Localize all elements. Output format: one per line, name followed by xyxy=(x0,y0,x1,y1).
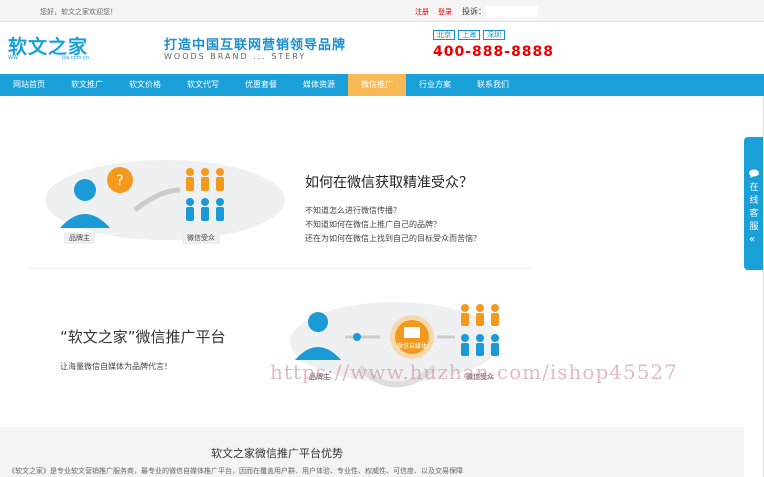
nav-item-promotion[interactable]: 软文推广 xyxy=(58,74,116,96)
city-shanghai[interactable]: 上海 xyxy=(458,30,480,40)
city-shenzhen[interactable]: 深圳 xyxy=(483,30,505,40)
watermark-text: https://www.huzhan.com/ishop45527 xyxy=(270,360,678,384)
nav-item-contact[interactable]: 联系我们 xyxy=(464,74,522,96)
contact-field xyxy=(486,6,538,17)
advantages-text: 《软文之家》是专业软文营销推广服务商，最专业的微信自媒体推广平台，因而在覆盖用户… xyxy=(8,467,463,475)
logo-url: ijia.com.cn xyxy=(62,55,90,61)
main-nav: 网站首页 软文推广 软文价格 软文代写 优惠套餐 媒体资源 微信推广 行业方案 … xyxy=(0,74,764,96)
nav-item-packages[interactable]: 优惠套餐 xyxy=(232,74,290,96)
chat-icon xyxy=(749,169,759,178)
advantages-title: 软文之家微信推广平台优势 xyxy=(211,447,343,460)
wechat-media-label: 微信自媒体 xyxy=(397,343,428,350)
online-service-label: 在线客服 xyxy=(749,183,759,232)
welcome-text: 您好，软文之家欢迎您！ xyxy=(40,8,117,16)
hotline-phone: 400-888-8888 xyxy=(433,44,555,58)
site-slogan: 打造中国互联网营销领导品牌 xyxy=(164,38,347,53)
connector-dot xyxy=(353,333,361,341)
site-header: 软文之家 WW ijia.com.cn 打造中国互联网营销领导品牌 WOODS … xyxy=(0,22,764,74)
nav-item-industry[interactable]: 行业方案 xyxy=(406,74,464,96)
top-bar: 您好，软文之家欢迎您！ 注册 登录 投诉： xyxy=(0,0,764,22)
section1-title: 如何在微信获取精准受众？ xyxy=(305,175,473,191)
login-link[interactable]: 登录 xyxy=(438,7,452,17)
question-line: 不知道怎么进行微信传播？ xyxy=(305,206,401,215)
logo-url-prefix: WW xyxy=(8,55,18,61)
site-slogan-en: WOODS BRAND ... STERY xyxy=(164,52,307,61)
svg-text:?: ? xyxy=(116,173,123,189)
contact-label: 投诉： xyxy=(462,7,486,16)
nav-item-price[interactable]: 软文价格 xyxy=(116,74,174,96)
city-list: 北京 上海 深圳 xyxy=(433,30,505,40)
nav-item-media[interactable]: 媒体资源 xyxy=(290,74,348,96)
question-line: 还在为如何在微信上找到自己的目标受众而苦恼？ xyxy=(305,234,481,243)
question-line: 不知道如何在微信上推广自己的品牌？ xyxy=(305,220,441,229)
nav-item-writing[interactable]: 软文代写 xyxy=(174,74,232,96)
section2-title: “软文之家”微信推广平台 xyxy=(60,328,226,346)
section-divider xyxy=(30,268,530,269)
brand-owner-label: 品牌主 xyxy=(64,232,95,244)
question-bubble-icon: ? xyxy=(107,167,133,193)
chevron-left-icon: « xyxy=(749,234,756,245)
city-beijing[interactable]: 北京 xyxy=(433,30,455,40)
nav-item-wechat[interactable]: 微信推广 xyxy=(348,74,406,96)
wechat-media-icon xyxy=(390,315,434,359)
nav-item-home[interactable]: 网站首页 xyxy=(0,74,58,96)
register-link[interactable]: 注册 xyxy=(415,7,429,17)
audience-label: 微信受众 xyxy=(182,232,220,244)
section2-subtitle: 让海量微信自媒体为品牌代言！ xyxy=(60,362,172,371)
